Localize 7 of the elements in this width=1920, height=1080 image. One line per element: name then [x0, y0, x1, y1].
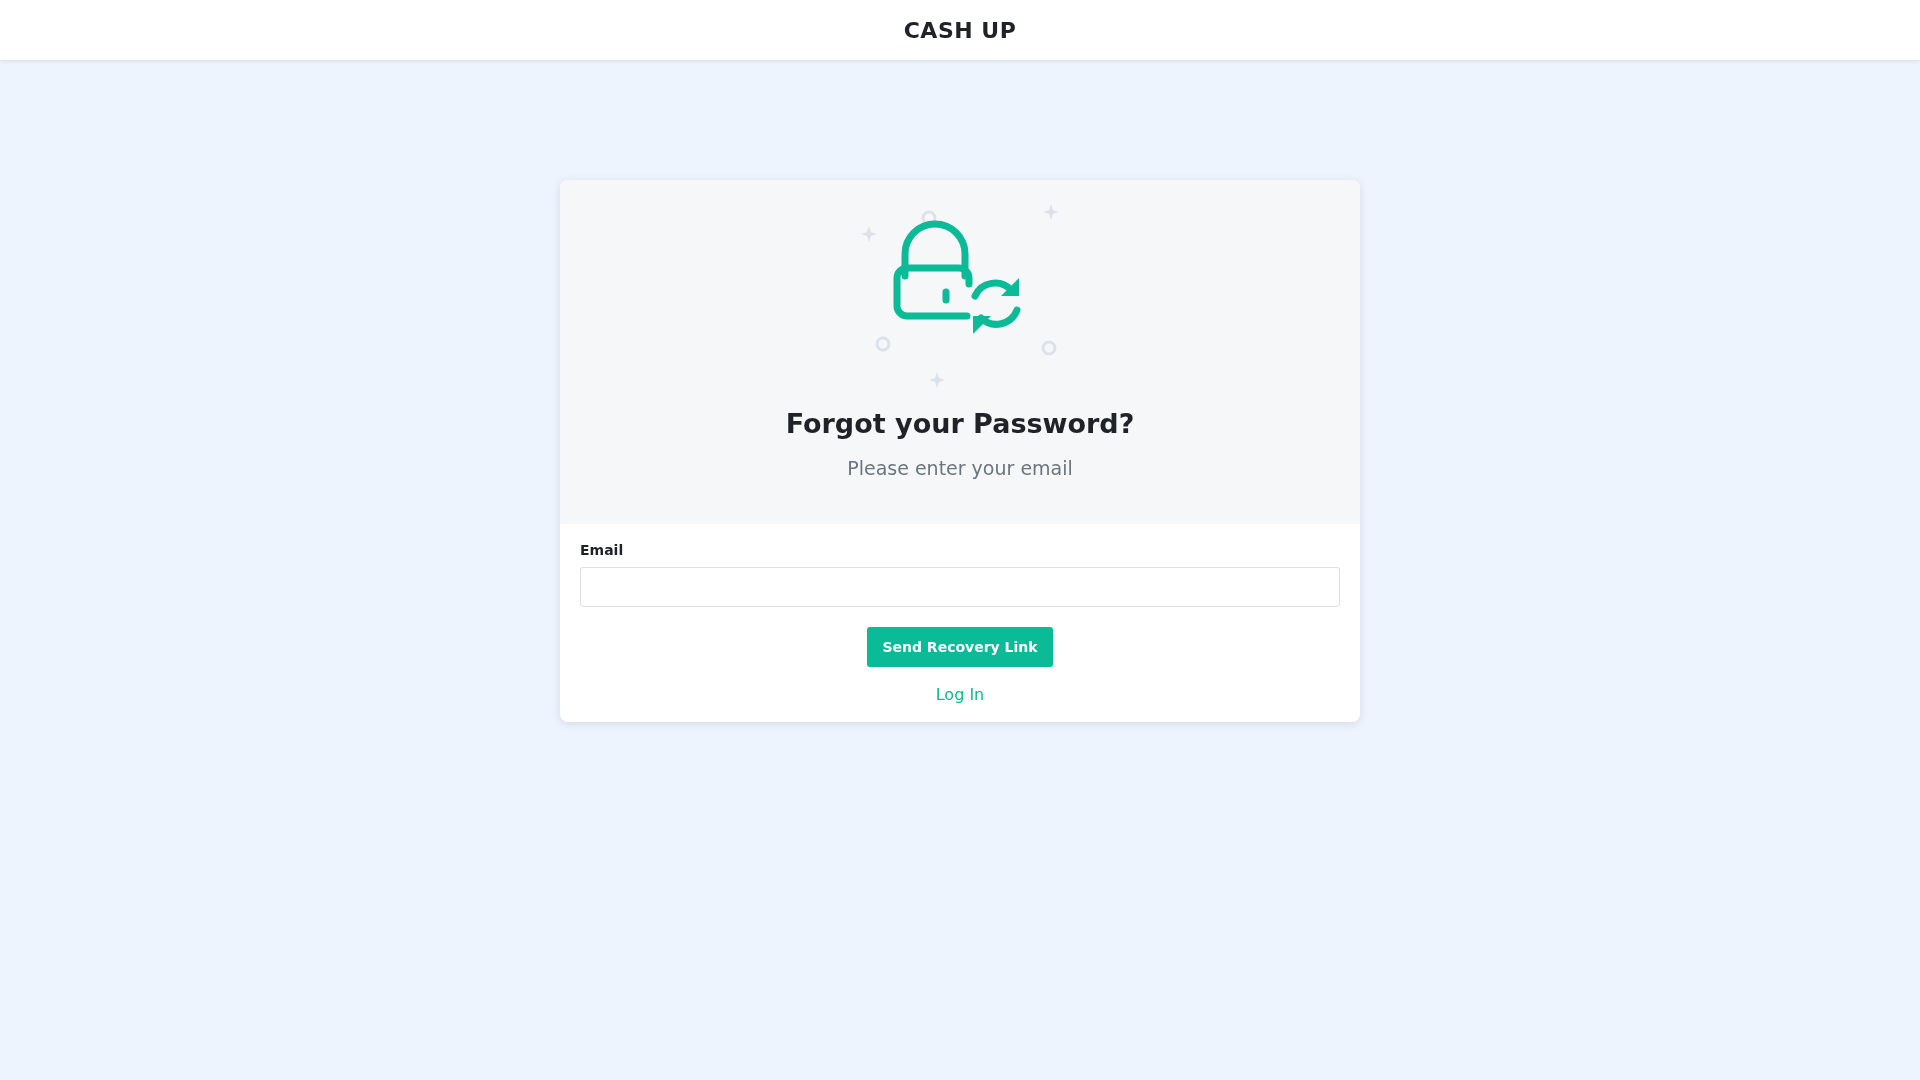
instruction-text: Please enter your email	[847, 457, 1073, 479]
email-field[interactable]	[580, 567, 1340, 607]
send-recovery-link-button[interactable]: Send Recovery Link	[867, 627, 1053, 667]
app-title: CASH UP	[903, 17, 1017, 43]
page-heading: Forgot your Password?	[785, 408, 1135, 439]
email-label: Email	[580, 542, 625, 558]
log-in-link[interactable]: Log In	[935, 685, 985, 704]
